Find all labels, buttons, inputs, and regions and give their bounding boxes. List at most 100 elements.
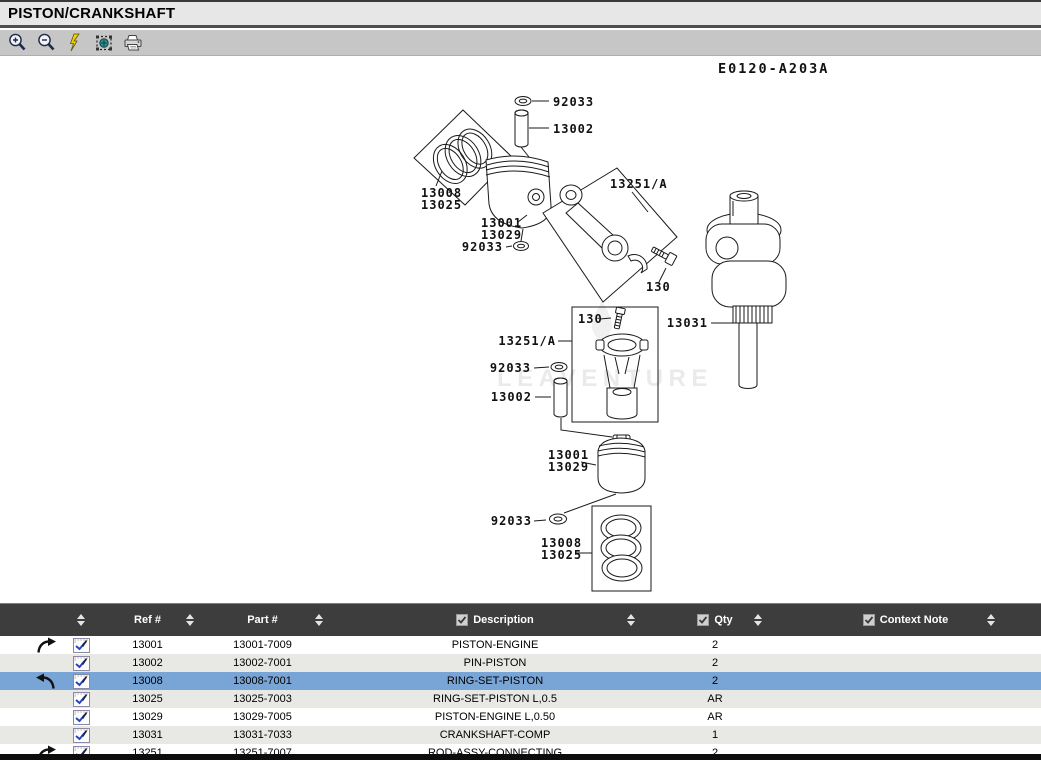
part-label[interactable]: 130 xyxy=(578,312,603,326)
row-arrow-slot xyxy=(0,673,62,690)
row-part: 13002-7001 xyxy=(195,657,330,669)
part-label[interactable]: 13002 xyxy=(553,122,594,136)
part-label[interactable]: 130 xyxy=(646,280,671,294)
highlight-hotspots-button[interactable] xyxy=(65,33,85,53)
image-select-button[interactable] xyxy=(94,33,114,53)
row-qty: 2 xyxy=(660,639,770,651)
zoom-in-button[interactable] xyxy=(7,33,27,53)
sort-icon[interactable] xyxy=(186,614,194,626)
row-ref: 13001 xyxy=(100,639,195,651)
circlip-detail xyxy=(551,363,567,372)
diagram-code: E0120-A203A xyxy=(718,61,829,77)
table-body: 13001 13001-7009 PISTON-ENGINE 2 13002 1… xyxy=(0,636,1041,760)
sort-icon[interactable] xyxy=(315,614,323,626)
row-edit-button[interactable] xyxy=(62,638,100,653)
parts-table: Ref # Part # Description Qt xyxy=(0,603,1041,760)
circlip xyxy=(514,242,529,251)
sort-icon[interactable] xyxy=(754,614,762,626)
row-part: 13001-7009 xyxy=(195,639,330,651)
part-label[interactable]: 92033 xyxy=(462,240,503,254)
header-ref[interactable]: Ref # xyxy=(100,604,195,636)
header-context-note-label: Context Note xyxy=(880,614,948,626)
row-qty: AR xyxy=(660,693,770,705)
part-label[interactable]: 13251/A xyxy=(498,334,556,348)
table-header: Ref # Part # Description Qt xyxy=(0,603,1041,636)
printer-icon xyxy=(123,34,143,52)
header-context-note[interactable]: Context Note xyxy=(770,604,1041,636)
part-label[interactable]: 92033 xyxy=(553,95,594,109)
edit-check-icon xyxy=(73,638,90,653)
table-row[interactable]: 13002 13002-7001 PIN-PISTON 2 xyxy=(0,654,1041,672)
row-ref: 13031 xyxy=(100,729,195,741)
header-description-label: Description xyxy=(473,614,534,626)
lightning-icon xyxy=(67,33,83,52)
undo-arrow-icon[interactable] xyxy=(35,673,57,690)
header-description[interactable]: Description xyxy=(330,604,660,636)
parts-diagram: LEAVENTURE E0120-A203A xyxy=(0,56,1041,603)
rod-bolt-2 xyxy=(612,307,625,329)
part-label[interactable]: 92033 xyxy=(490,361,531,375)
sort-icon[interactable] xyxy=(987,614,995,626)
page-title: PISTON/CRANKSHAFT xyxy=(8,5,175,22)
column-checkbox[interactable] xyxy=(697,614,709,626)
piston-bottom xyxy=(598,438,645,493)
part-label[interactable]: 13029 xyxy=(548,460,589,474)
row-edit-button[interactable] xyxy=(62,656,100,671)
row-qty: 2 xyxy=(660,675,770,687)
ring-set-bottom xyxy=(601,515,642,581)
row-part: 13029-7005 xyxy=(195,711,330,723)
header-arrow-col xyxy=(0,604,62,636)
table-row[interactable]: 13029 13029-7005 PISTON-ENGINE L,0.50 AR xyxy=(0,708,1041,726)
row-desc: CRANKSHAFT-COMP xyxy=(330,729,660,741)
zoom-out-button[interactable] xyxy=(36,33,56,53)
crankshaft xyxy=(706,191,786,389)
row-edit-button[interactable] xyxy=(62,728,100,743)
row-desc: PISTON-ENGINE xyxy=(330,639,660,651)
row-ref: 13002 xyxy=(100,657,195,669)
row-qty: 1 xyxy=(660,729,770,741)
part-label[interactable]: 13031 xyxy=(667,316,708,330)
table-row[interactable]: 13001 13001-7009 PISTON-ENGINE 2 xyxy=(0,636,1041,654)
row-edit-button[interactable] xyxy=(62,710,100,725)
table-row[interactable]: 13031 13031-7033 CRANKSHAFT-COMP 1 xyxy=(0,726,1041,744)
row-edit-button[interactable] xyxy=(62,692,100,707)
edit-check-icon xyxy=(73,728,90,743)
circlip-top xyxy=(515,97,531,106)
sort-icon[interactable] xyxy=(77,614,85,626)
row-part: 13031-7033 xyxy=(195,729,330,741)
part-label[interactable]: 13002 xyxy=(491,390,532,404)
toolbar xyxy=(0,30,1041,56)
header-qty[interactable]: Qty xyxy=(660,604,770,636)
edit-check-icon xyxy=(73,656,90,671)
part-label[interactable]: 13251/A xyxy=(610,177,668,191)
header-part[interactable]: Part # xyxy=(195,604,330,636)
column-checkbox[interactable] xyxy=(456,614,468,626)
header-ref-label: Ref # xyxy=(134,614,161,626)
row-qty: AR xyxy=(660,711,770,723)
header-qty-label: Qty xyxy=(714,614,732,626)
part-label[interactable]: 13025 xyxy=(541,548,582,562)
zoom-out-icon xyxy=(37,33,56,52)
header-edit-col xyxy=(62,604,100,636)
redo-arrow-icon[interactable] xyxy=(35,637,57,654)
row-edit-button[interactable] xyxy=(62,674,100,689)
part-label[interactable]: 92033 xyxy=(491,514,532,528)
print-button[interactable] xyxy=(123,33,143,53)
table-row[interactable]: 13025 13025-7003 RING-SET-PISTON L,0.5 A… xyxy=(0,690,1041,708)
page-title-bar: PISTON/CRANKSHAFT xyxy=(0,0,1041,28)
sort-icon[interactable] xyxy=(627,614,635,626)
row-arrow-slot xyxy=(0,637,62,654)
row-part: 13008-7001 xyxy=(195,675,330,687)
row-ref: 13025 xyxy=(100,693,195,705)
column-checkbox[interactable] xyxy=(863,614,875,626)
table-row[interactable]: 13008 13008-7001 RING-SET-PISTON 2 xyxy=(0,672,1041,690)
edit-check-icon xyxy=(73,710,90,725)
part-label[interactable]: 13025 xyxy=(421,198,462,212)
image-select-icon xyxy=(95,33,114,52)
row-desc: PIN-PISTON xyxy=(330,657,660,669)
row-qty: 2 xyxy=(660,657,770,669)
bottom-bar xyxy=(0,754,1041,760)
row-desc: RING-SET-PISTON xyxy=(330,675,660,687)
parts-catalog-page: PISTON/CRANKSHAFT xyxy=(0,0,1041,760)
circlip-bottom xyxy=(550,514,567,524)
